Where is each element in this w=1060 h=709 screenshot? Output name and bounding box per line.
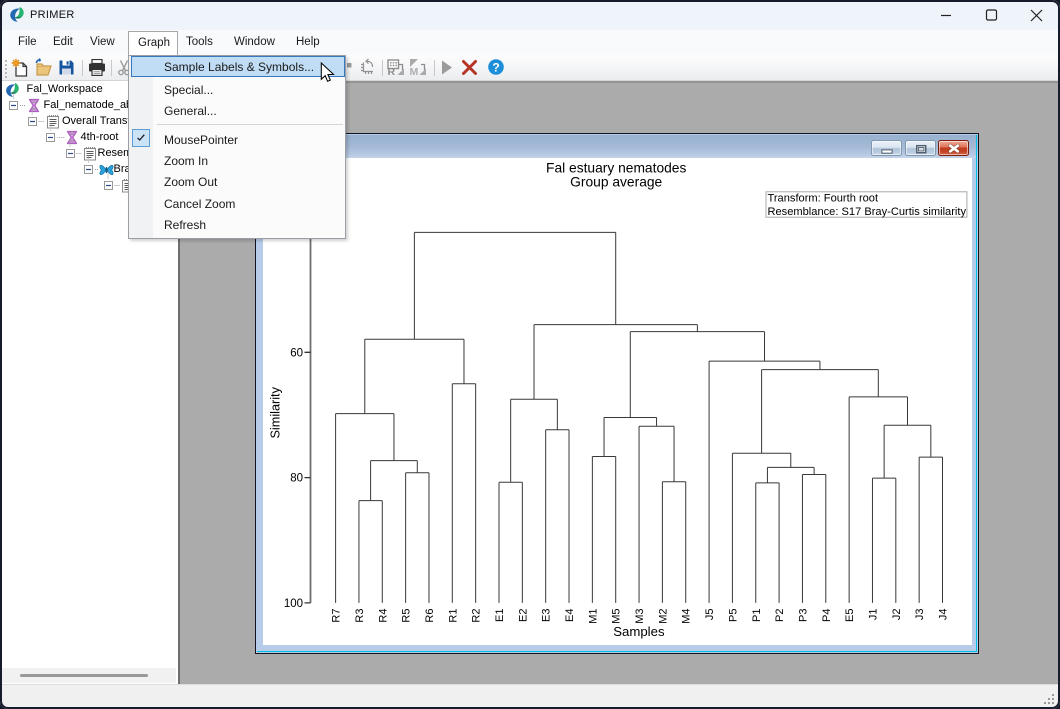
svg-text:J5: J5 [704, 609, 716, 621]
svg-text:R1: R1 [447, 609, 459, 623]
svg-text:Similarity: Similarity [269, 386, 283, 438]
svg-text:Resemblance: S17 Bray-Curtis s: Resemblance: S17 Bray-Curtis similarity [768, 206, 967, 218]
svg-text:R7: R7 [331, 609, 343, 623]
svg-text:Samples: Samples [613, 624, 665, 639]
svg-text:E5: E5 [844, 609, 856, 622]
svg-text:R3: R3 [354, 609, 366, 623]
svg-text:E1: E1 [494, 609, 506, 622]
svg-text:J2: J2 [891, 609, 903, 621]
svg-text:P4: P4 [821, 609, 833, 622]
svg-text:M2: M2 [657, 609, 669, 624]
svg-text:J4: J4 [938, 609, 950, 621]
svg-text:M3: M3 [634, 609, 646, 624]
svg-text:R2: R2 [471, 609, 483, 623]
svg-text:M5: M5 [611, 609, 623, 624]
svg-text:60: 60 [290, 347, 303, 359]
svg-text:M4: M4 [681, 609, 693, 624]
svg-text:Fal estuary nematodes: Fal estuary nematodes [546, 160, 686, 175]
svg-text:J3: J3 [914, 609, 926, 621]
svg-text:P1: P1 [751, 609, 763, 622]
svg-text:R4: R4 [377, 609, 389, 623]
svg-text:100: 100 [284, 598, 303, 610]
svg-text:M1: M1 [587, 609, 599, 624]
svg-text:P2: P2 [774, 609, 786, 622]
svg-text:R6: R6 [424, 609, 436, 623]
svg-text:E2: E2 [517, 609, 529, 622]
svg-text:Transform: Fourth root: Transform: Fourth root [768, 193, 879, 205]
svg-text:Group average: Group average [570, 175, 662, 190]
svg-text:P5: P5 [727, 609, 739, 622]
svg-text:E4: E4 [564, 609, 576, 622]
svg-text:80: 80 [290, 473, 303, 485]
svg-text:R5: R5 [401, 609, 413, 623]
svg-text:P3: P3 [798, 609, 810, 622]
svg-text:E3: E3 [541, 609, 553, 622]
svg-text:J1: J1 [868, 609, 880, 621]
